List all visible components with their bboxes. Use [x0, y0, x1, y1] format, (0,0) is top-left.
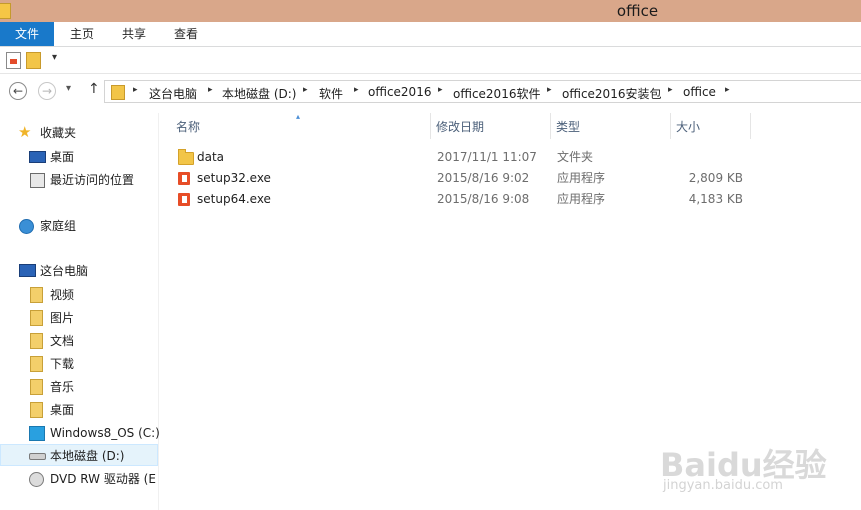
file-type: 应用程序 [557, 192, 606, 206]
sidebar-item-label: 收藏夹 [40, 126, 77, 140]
baidu-watermark-url: jingyan.baidu.com [663, 478, 783, 493]
homegroup-icon [19, 219, 34, 234]
sidebar-item-label: Windows8_OS (C:) [50, 426, 160, 440]
documents-library-icon [30, 333, 43, 349]
file-type: 文件夹 [557, 150, 594, 164]
sidebar-item-homegroup[interactable]: 家庭组 [0, 215, 158, 237]
folder-icon [178, 149, 194, 165]
file-row-data[interactable]: data 2017/11/1 11:07 文件夹 [160, 147, 760, 168]
sidebar-item-desktop-pc[interactable]: 桌面 [0, 399, 158, 421]
sidebar-item-label: DVD RW 驱动器 (E [50, 472, 156, 486]
tab-share[interactable]: 共享 [112, 22, 156, 46]
file-size: 2,809 KB [688, 171, 743, 185]
column-header-name[interactable]: 名称 [171, 113, 431, 139]
sidebar-item-videos[interactable]: 视频 [0, 284, 158, 306]
office-app-icon [178, 172, 190, 185]
file-modified: 2015/8/16 9:08 [437, 192, 530, 206]
sidebar-item-label: 本地磁盘 (D:) [50, 449, 125, 463]
navigation-pane: ★ 收藏夹 桌面 最近访问的位置 家庭组 这台电脑 视频 图片 文档 下载 音乐… [0, 113, 160, 510]
breadcrumb-office2016-software[interactable]: office2016软件 [453, 85, 540, 102]
sidebar-item-desktop[interactable]: 桌面 [0, 146, 158, 168]
breadcrumb-office[interactable]: office [683, 85, 716, 99]
sidebar-item-label: 这台电脑 [40, 264, 89, 278]
sidebar-item-label: 图片 [50, 311, 75, 325]
tab-file[interactable]: 文件 [0, 22, 54, 46]
file-row-setup64[interactable]: setup64.exe 2015/8/16 9:08 应用程序 4,183 KB [160, 189, 760, 210]
downloads-library-icon [30, 356, 43, 372]
breadcrumb-separator-icon[interactable]: ▸ [668, 85, 673, 95]
column-header-type[interactable]: 类型 [551, 113, 671, 139]
sidebar-item-label: 音乐 [50, 380, 75, 394]
sidebar-item-label: 桌面 [50, 150, 75, 164]
music-library-icon [30, 379, 43, 395]
pictures-library-icon [30, 310, 43, 326]
sidebar-item-label: 家庭组 [40, 219, 77, 233]
sidebar-item-label: 下载 [50, 357, 75, 371]
sidebar-item-drive-c[interactable]: Windows8_OS (C:) [0, 422, 160, 444]
star-icon: ★ [18, 123, 32, 141]
breadcrumb-separator-icon[interactable]: ▸ [208, 85, 213, 95]
breadcrumb-thispc[interactable]: 这台电脑 [149, 85, 197, 102]
window-title: office [616, 2, 659, 20]
sidebar-item-label: 文档 [50, 334, 75, 348]
navigation-bar: ← → ▾ ↑ ▸ 这台电脑 ▸ 本地磁盘 (D:) ▸ 软件 ▸ office… [0, 74, 861, 108]
sidebar-item-music[interactable]: 音乐 [0, 376, 158, 398]
file-row-setup32[interactable]: setup32.exe 2015/8/16 9:02 应用程序 2,809 KB [160, 168, 760, 189]
file-type: 应用程序 [557, 171, 606, 185]
desktop-folder-icon [30, 402, 43, 418]
folder-icon [111, 85, 125, 100]
tab-home[interactable]: 主页 [60, 22, 104, 46]
hard-drive-icon [29, 453, 46, 460]
forward-button[interactable]: → [38, 82, 56, 100]
sidebar-item-pictures[interactable]: 图片 [0, 307, 158, 329]
sidebar-item-documents[interactable]: 文档 [0, 330, 158, 352]
file-size: 4,183 KB [688, 192, 743, 206]
file-modified: 2015/8/16 9:02 [437, 171, 530, 185]
recent-locations-chevron-icon[interactable]: ▾ [66, 83, 71, 94]
breadcrumb-separator-icon[interactable]: ▸ [354, 85, 359, 95]
address-bar[interactable]: ▸ 这台电脑 ▸ 本地磁盘 (D:) ▸ 软件 ▸ office2016 ▸ o… [104, 80, 861, 103]
breadcrumb-separator-icon[interactable]: ▸ [133, 85, 138, 95]
breadcrumb-separator-icon[interactable]: ▸ [547, 85, 552, 95]
ribbon-tabs: 文件 主页 共享 查看 [0, 22, 861, 47]
up-button[interactable]: ↑ [88, 81, 100, 97]
file-name: data [197, 150, 225, 164]
sidebar-item-label: 最近访问的位置 [50, 173, 135, 187]
breadcrumb-separator-icon[interactable]: ▸ [303, 85, 308, 95]
breadcrumb-separator-icon[interactable]: ▸ [438, 85, 443, 95]
breadcrumb-drive-d[interactable]: 本地磁盘 (D:) [222, 85, 296, 102]
file-size [682, 147, 743, 168]
tab-view[interactable]: 查看 [164, 22, 208, 46]
column-header-modified[interactable]: 修改日期 [431, 113, 551, 139]
breadcrumb-separator-icon[interactable]: ▸ [725, 85, 730, 95]
back-button[interactable]: ← [9, 82, 27, 100]
title-bar[interactable]: office [0, 0, 861, 22]
sidebar-item-downloads[interactable]: 下载 [0, 353, 158, 375]
sidebar-item-label: 桌面 [50, 403, 75, 417]
sidebar-item-drive-d[interactable]: 本地磁盘 (D:) [0, 444, 158, 466]
breadcrumb-software[interactable]: 软件 [319, 85, 343, 102]
office-app-icon [178, 193, 190, 206]
file-modified: 2017/11/1 11:07 [437, 150, 537, 164]
sidebar-item-thispc[interactable]: 这台电脑 [0, 260, 158, 282]
chevron-down-icon[interactable]: ▾ [52, 52, 57, 63]
sidebar-item-recent[interactable]: 最近访问的位置 [0, 169, 158, 191]
recent-places-icon [30, 173, 45, 188]
dvd-drive-icon [29, 472, 44, 487]
breadcrumb-office2016-installer[interactable]: office2016安装包 [562, 85, 661, 102]
sidebar-item-favorites[interactable]: ★ 收藏夹 [0, 122, 158, 144]
sidebar-item-label: 视频 [50, 288, 75, 302]
breadcrumb-office2016[interactable]: office2016 [368, 85, 431, 99]
file-name: setup32.exe [197, 171, 271, 185]
file-name: setup64.exe [197, 192, 271, 206]
new-folder-icon[interactable] [26, 52, 41, 69]
properties-icon[interactable] [6, 52, 21, 69]
sidebar-item-dvd[interactable]: DVD RW 驱动器 (E [0, 468, 158, 490]
column-header-size[interactable]: 大小 [671, 113, 751, 139]
desktop-icon [29, 151, 46, 163]
computer-icon [19, 264, 36, 277]
videos-library-icon [30, 287, 43, 303]
windows-drive-icon [29, 426, 45, 441]
quick-access-toolbar: ▾ [0, 47, 861, 74]
